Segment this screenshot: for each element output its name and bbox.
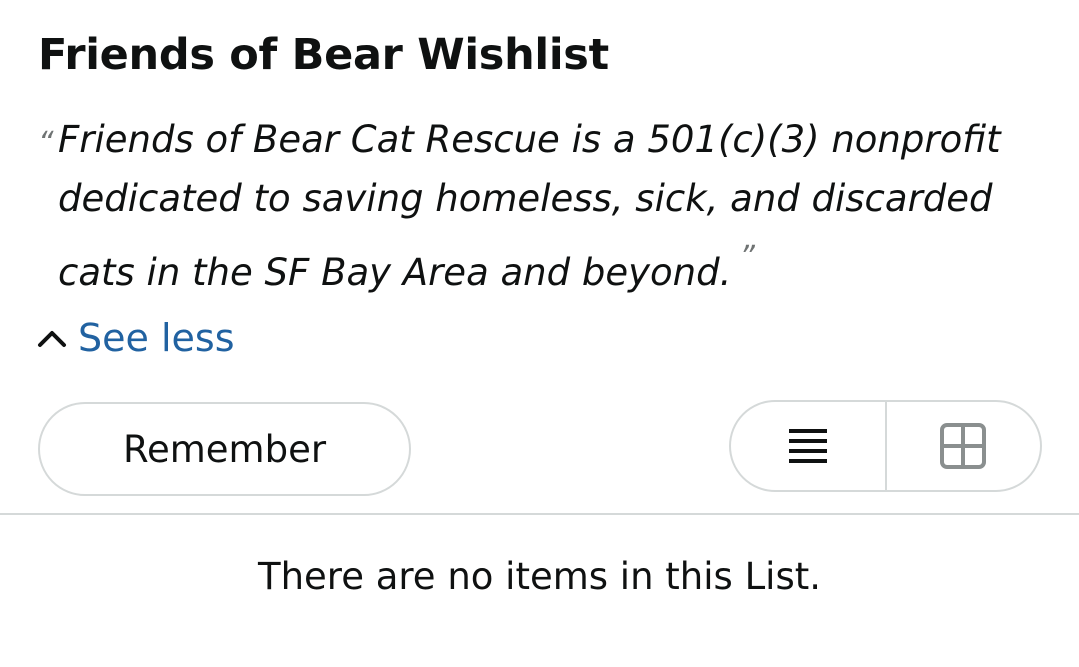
wishlist-page: Friends of Bear Wishlist “ Friends of Be…: [0, 0, 1079, 667]
section-divider: [0, 513, 1079, 515]
close-quote-mark: ”: [739, 240, 755, 275]
list-view-button[interactable]: [731, 402, 885, 490]
chevron-up-icon: [38, 331, 66, 347]
list-description: “ Friends of Bear Cat Rescue is a 501(c)…: [38, 110, 1068, 302]
list-view-icon: [788, 429, 827, 463]
see-less-link[interactable]: See less: [36, 316, 235, 360]
page-title: Friends of Bear Wishlist: [38, 30, 609, 80]
open-quote-mark: “: [38, 126, 54, 161]
see-less-label: See less: [78, 316, 235, 360]
view-toggle: [729, 400, 1042, 492]
grid-view-button[interactable]: [884, 402, 1041, 490]
empty-list-message: There are no items in this List.: [257, 555, 822, 598]
grid-view-icon: [940, 423, 987, 469]
description-text: Friends of Bear Cat Rescue is a 501(c)(3…: [58, 118, 1001, 294]
remember-button[interactable]: Remember: [38, 402, 411, 496]
